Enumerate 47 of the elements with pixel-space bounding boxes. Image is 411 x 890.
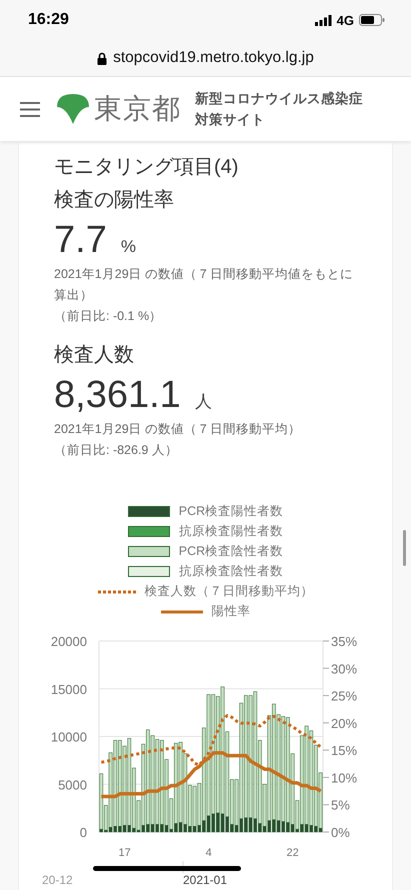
- axis-label: 5%: [331, 798, 350, 813]
- menu-icon[interactable]: [20, 102, 40, 116]
- axis-label: 0: [80, 825, 87, 840]
- axis-label: 20000: [50, 634, 87, 649]
- legend-label: 陽性率: [212, 603, 250, 620]
- metric-note: 2021年1月29日 の数値（７日間移動平均値をもとに算出）: [54, 266, 354, 304]
- battery-icon: [359, 14, 385, 26]
- scrollbar-thumb: [403, 530, 406, 566]
- metric-note: 2021年1月29日 の数値（７日間移動平均）: [54, 421, 302, 438]
- axis-label: 20%: [331, 716, 358, 731]
- signal-icon: [314, 14, 332, 26]
- axis-label: 0%: [331, 825, 350, 840]
- legend-label: PCR検査陽性者数: [178, 503, 284, 520]
- axis-label: 20-12: [42, 873, 73, 887]
- axis-label: 15000: [50, 682, 87, 697]
- axis-label: 10%: [331, 770, 358, 786]
- site-title: 対策サイト: [195, 110, 266, 128]
- site-title: 新型コロナウイルス感染症: [195, 90, 363, 108]
- legend-label: 抗原検査陽性者数: [179, 523, 283, 540]
- lock-icon: [97, 52, 108, 64]
- ginkgo-leaf-icon: [56, 93, 90, 125]
- axis-label: 17: [118, 847, 131, 859]
- metric-change: （前日比: -826.9 人）: [54, 442, 179, 459]
- metric-value: 7.7: [54, 219, 107, 262]
- clock: 16:29: [28, 11, 69, 29]
- legend-label: PCR検査陰性者数: [178, 543, 284, 560]
- axis-label: 25%: [331, 688, 358, 704]
- metric-unit: 人: [194, 391, 212, 413]
- network-label: 4G: [336, 12, 354, 28]
- section-heading: モニタリング項目(4): [54, 155, 240, 180]
- axis-label: 5000: [58, 777, 87, 792]
- axis-label: 4: [206, 847, 212, 859]
- url-text[interactable]: stopcovid19.metro.tokyo.lg.jp: [113, 49, 314, 67]
- axis-label: 30%: [331, 661, 358, 676]
- axis-label: 22: [286, 847, 299, 859]
- metric-title: 検査人数: [54, 343, 135, 368]
- axis-label: 2021-01: [182, 873, 228, 887]
- axis-label: 35%: [331, 634, 358, 649]
- logo-text: 東京都: [94, 92, 181, 126]
- metric-value: 8,361.1: [54, 374, 181, 417]
- legend-label: 検査人数（７日間移動平均）: [144, 583, 314, 600]
- legend-label: 抗原検査陰性者数: [179, 563, 283, 580]
- axis-label: 10000: [50, 730, 87, 744]
- metric-title: 検査の陽性率: [54, 188, 175, 213]
- metric-change: （前日比: -0.1 %）: [54, 308, 164, 325]
- metric-unit: %: [120, 237, 136, 257]
- axis-label: 15%: [331, 743, 358, 758]
